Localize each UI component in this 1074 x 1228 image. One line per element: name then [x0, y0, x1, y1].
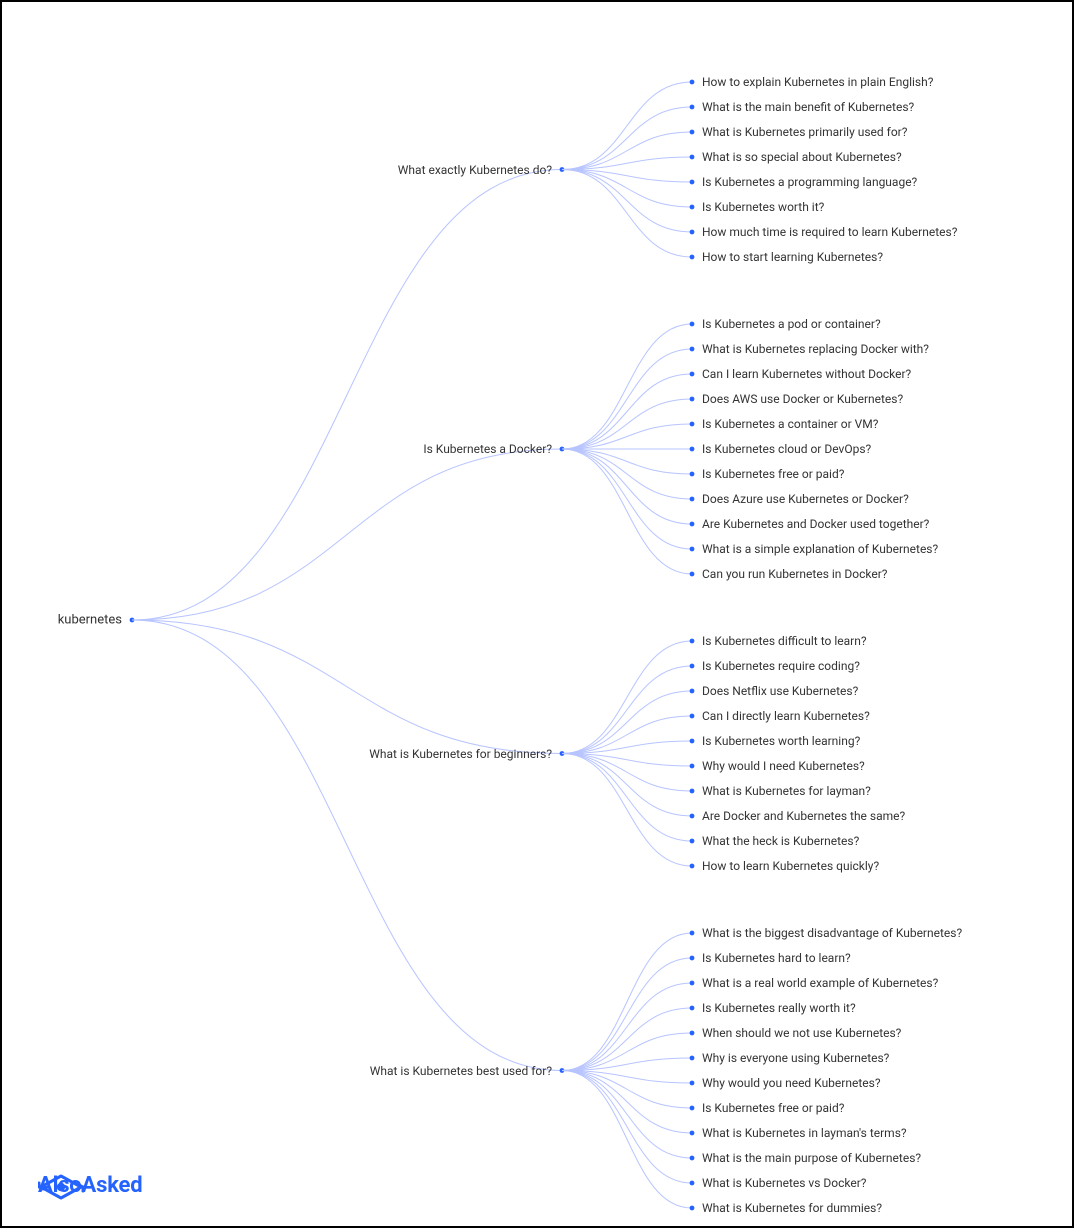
leaf-node: Can I directly learn Kubernetes?: [694, 710, 870, 722]
leaf-node: Does Azure use Kubernetes or Docker?: [694, 493, 909, 505]
leaf-node: Is Kubernetes a programming language?: [694, 176, 917, 188]
leaf-node: What is the biggest disadvantage of Kube…: [694, 927, 962, 939]
leaf-node: Is Kubernetes worth it?: [694, 201, 824, 213]
leaf-node: How to explain Kubernetes in plain Engli…: [694, 76, 933, 88]
leaf-node: What is Kubernetes for layman?: [694, 785, 871, 797]
leaf-node: Can I learn Kubernetes without Docker?: [694, 368, 911, 380]
brand-logo: AlsoAsked: [38, 1173, 142, 1198]
leaf-node: Can you run Kubernetes in Docker?: [694, 568, 887, 580]
leaf-node: Is Kubernetes difficult to learn?: [694, 635, 867, 647]
leaf-node: Does AWS use Docker or Kubernetes?: [694, 393, 903, 405]
leaf-node: When should we not use Kubernetes?: [694, 1027, 901, 1039]
leaf-node: Is Kubernetes hard to learn?: [694, 952, 851, 964]
branch-node: What is Kubernetes best used for?: [370, 1065, 560, 1077]
leaf-node: What is Kubernetes replacing Docker with…: [694, 343, 929, 355]
leaf-node: Is Kubernetes really worth it?: [694, 1002, 856, 1014]
leaf-node: Is Kubernetes free or paid?: [694, 468, 844, 480]
leaf-node: What is a simple explanation of Kubernet…: [694, 543, 938, 555]
branch-node: What exactly Kubernetes do?: [398, 164, 560, 176]
leaf-node: How to start learning Kubernetes?: [694, 251, 883, 263]
branch-node: What is Kubernetes for beginners?: [369, 748, 560, 760]
leaf-node: Does Netflix use Kubernetes?: [694, 685, 858, 697]
leaf-node: Is Kubernetes cloud or DevOps?: [694, 443, 871, 455]
leaf-node: What is Kubernetes for dummies?: [694, 1202, 882, 1214]
leaf-node: What is so special about Kubernetes?: [694, 151, 902, 163]
leaf-node: What is Kubernetes primarily used for?: [694, 126, 907, 138]
root-node: kubernetes: [58, 614, 130, 627]
leaf-node: Is Kubernetes a pod or container?: [694, 318, 881, 330]
leaf-node: Why is everyone using Kubernetes?: [694, 1052, 889, 1064]
leaf-node: Is Kubernetes a container or VM?: [694, 418, 878, 430]
eye-icon: [38, 1173, 84, 1201]
leaf-node: How to learn Kubernetes quickly?: [694, 860, 879, 872]
leaf-node: Is Kubernetes worth learning?: [694, 735, 860, 747]
leaf-node: How much time is required to learn Kuber…: [694, 226, 957, 238]
leaf-node: What is the main benefit of Kubernetes?: [694, 101, 914, 113]
leaf-node: What is Kubernetes in layman's terms?: [694, 1127, 907, 1139]
leaf-node: Are Docker and Kubernetes the same?: [694, 810, 905, 822]
leaf-node: What is a real world example of Kubernet…: [694, 977, 938, 989]
leaf-node: Is Kubernetes free or paid?: [694, 1102, 844, 1114]
branch-node: Is Kubernetes a Docker?: [423, 443, 560, 455]
diagram-frame: kubernetes What exactly Kubernetes do? How…: [0, 0, 1074, 1228]
leaf-node: What the heck is Kubernetes?: [694, 835, 859, 847]
leaf-node: Are Kubernetes and Docker used together?: [694, 518, 929, 530]
leaf-node: Why would you need Kubernetes?: [694, 1077, 881, 1089]
leaf-node: Is Kubernetes require coding?: [694, 660, 860, 672]
leaf-node: What is the main purpose of Kubernetes?: [694, 1152, 921, 1164]
leaf-node: Why would I need Kubernetes?: [694, 760, 865, 772]
leaf-node: What is Kubernetes vs Docker?: [694, 1177, 866, 1189]
